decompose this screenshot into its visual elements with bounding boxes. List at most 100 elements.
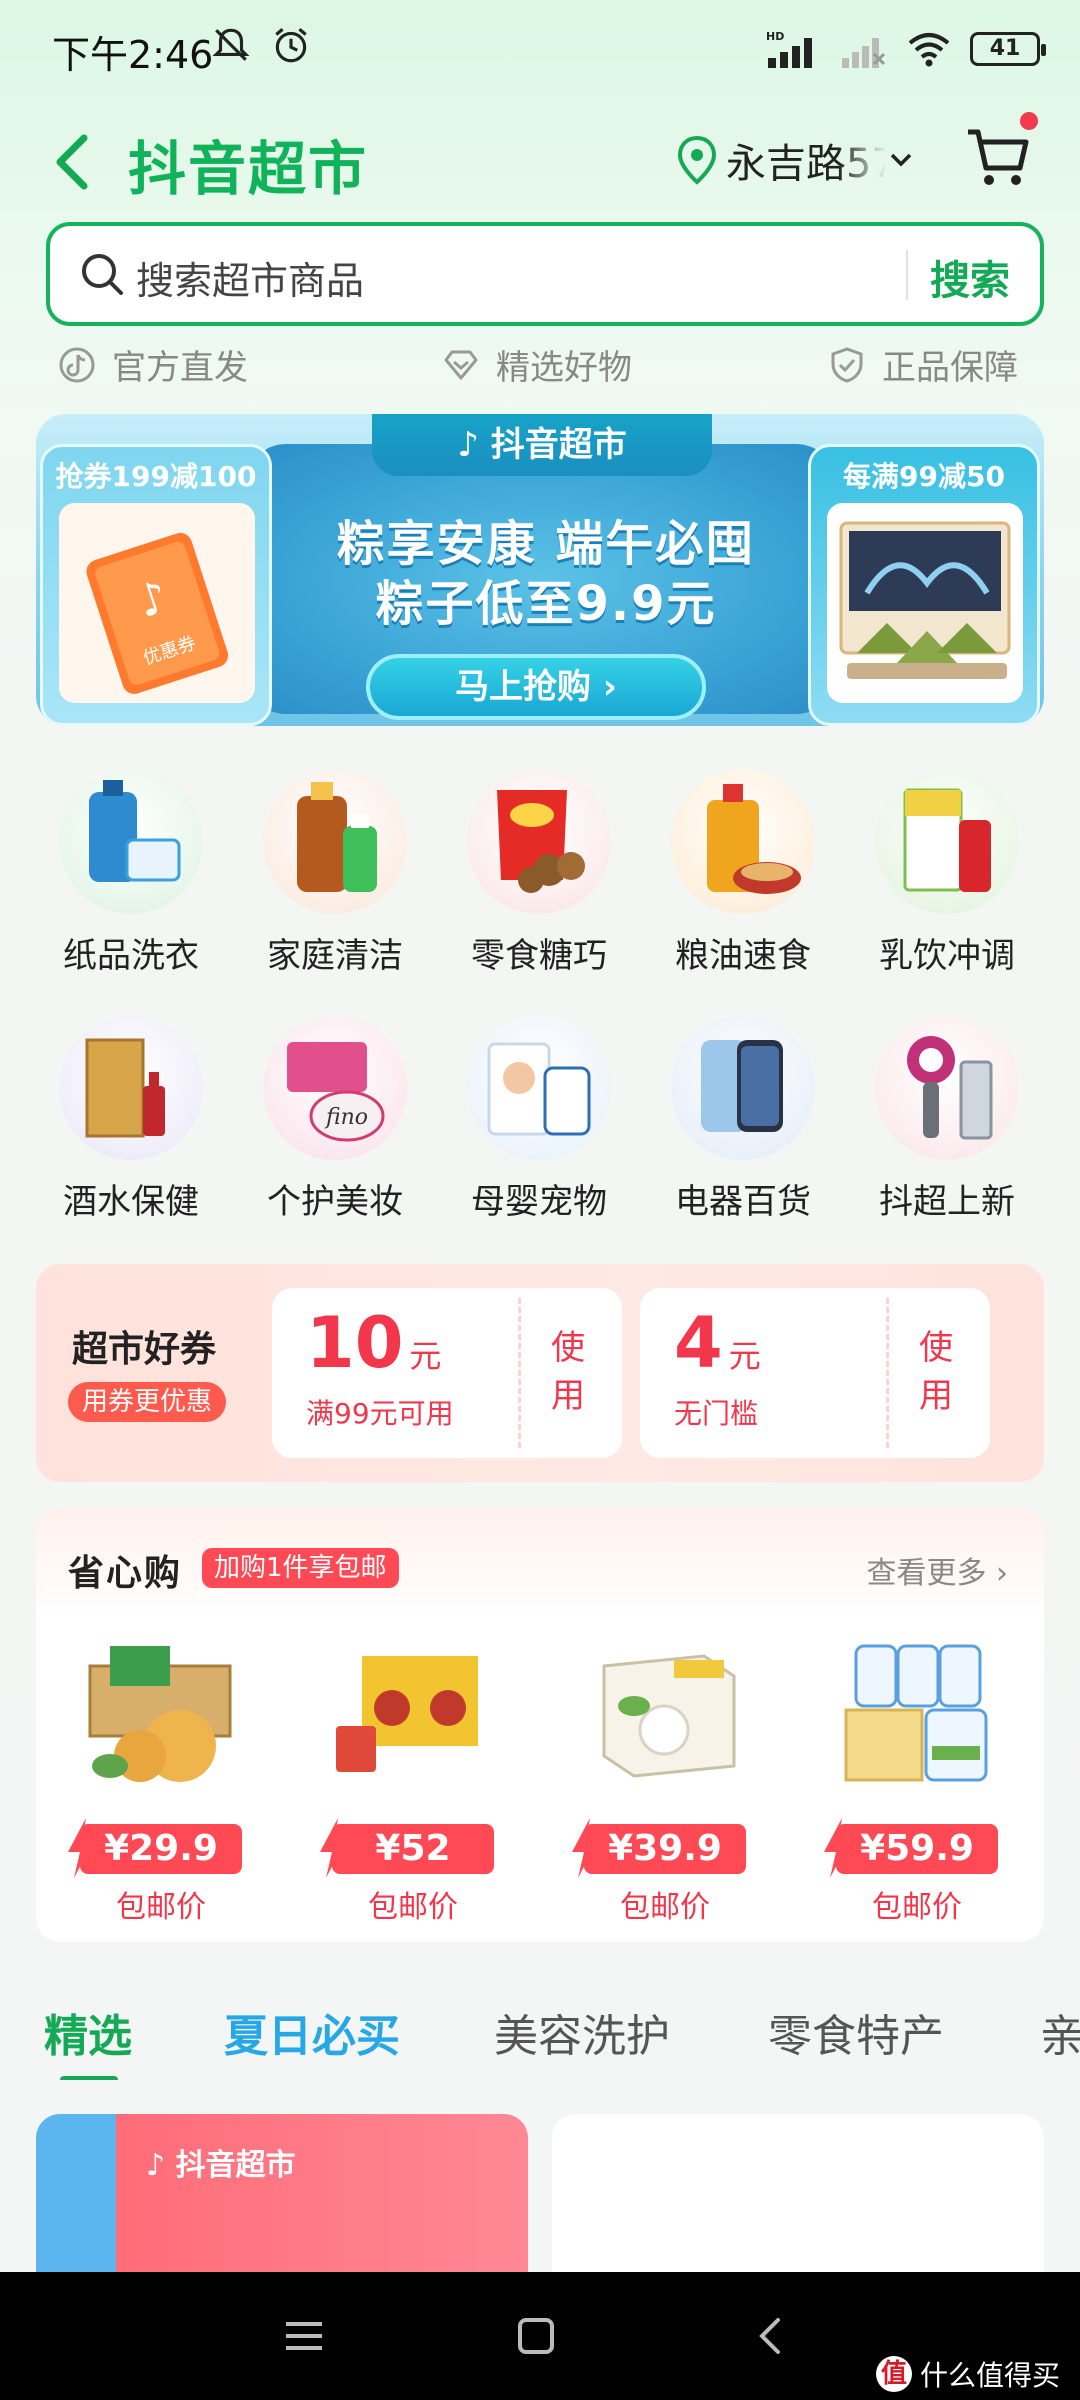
category-image	[59, 1016, 203, 1160]
category-snacks[interactable]: 零食糖巧	[464, 770, 614, 977]
category-electronics[interactable]: 电器百货	[668, 1016, 818, 1223]
product-card[interactable]: ¥52 包邮价	[312, 1626, 522, 1926]
category-dairy-drinks[interactable]: 乳饮冲调	[872, 770, 1022, 977]
product-card[interactable]: ¥59.9 包邮价	[816, 1626, 1026, 1926]
wifi-icon	[908, 33, 950, 67]
coupon-condition: 满99元可用	[306, 1397, 454, 1430]
service-badges: 官方直发 精选好物 正品保障	[0, 340, 1080, 396]
coupon-divider	[886, 1298, 889, 1448]
baby-formula-icon	[487, 1042, 591, 1136]
feed-card-brand-label: 抖音超市	[175, 2148, 296, 2183]
category-baby-pet[interactable]: 母婴宠物	[464, 1016, 614, 1223]
category-image	[467, 770, 611, 914]
coupon-ticket-icon: ♪ 优惠券	[59, 503, 255, 703]
search-button[interactable]: 搜索	[930, 248, 1010, 306]
tab-snack-specialty[interactable]: 零食特产	[768, 2000, 944, 2064]
watermark-logo: 值	[875, 2356, 912, 2392]
category-label: 纸品洗衣	[63, 936, 199, 976]
category-image	[263, 770, 407, 914]
category-image	[671, 1016, 815, 1160]
cosmetics-icon: fino	[287, 1042, 385, 1142]
coupon-section-title: 超市好券	[72, 1329, 217, 1370]
signal-hd-icon: HD	[766, 30, 812, 68]
category-label: 酒水保健	[63, 1182, 199, 1222]
product-card[interactable]: ¥39.9 包邮价	[564, 1626, 774, 1926]
badge-official: 官方直发	[58, 340, 248, 389]
view-more-link[interactable]: 查看更多 ›	[866, 1548, 1008, 1592]
tab-more[interactable]: 亲	[1040, 2000, 1080, 2064]
banner-subheadline: 粽子低至9.9元	[375, 576, 717, 632]
status-bar: 下午2:46 HD 41	[0, 0, 1080, 100]
search-bar[interactable]: 搜索超市商品 搜索	[46, 222, 1044, 326]
oil-bottle-icon	[707, 784, 801, 894]
coupon-condition: 无门槛	[674, 1397, 759, 1430]
back-icon[interactable]	[744, 2308, 800, 2364]
coupon-promo-label: 抢券199减100	[55, 460, 257, 493]
product-price-note: 包邮价	[368, 1890, 458, 1925]
active-tab-indicator	[60, 2076, 118, 2080]
feed-tabs: 精选 夏日必买 美容洗护 零食特产 亲	[0, 1990, 1080, 2080]
douyin-logo-icon	[59, 347, 95, 382]
free-shipping-tag: 加购1件享包邮	[202, 1548, 399, 1588]
promo-banner[interactable]: ♪ 抖音超市 粽享安康 端午必囤 粽子低至9.9元 马上抢购 › 抢券199减1…	[36, 414, 1044, 726]
app-header: 抖音超市 永吉路57	[0, 100, 1080, 220]
search-input[interactable]: 搜索超市商品	[136, 250, 364, 305]
coupon-promo-card[interactable]: 抢券199减100 ♪ 优惠券	[40, 444, 272, 726]
badge-genuine: 正品保障	[828, 340, 1018, 389]
coupon-use-button[interactable]: 使用	[916, 1324, 956, 1420]
liquor-box-icon	[85, 1038, 165, 1138]
category-image	[59, 770, 203, 914]
coupon-amount-unit: 元	[728, 1337, 761, 1375]
tab-beauty-care[interactable]: 美容洗护	[494, 2000, 670, 2064]
coupon-amount: 4元	[674, 1302, 761, 1384]
coupon-use-button[interactable]: 使用	[548, 1324, 588, 1420]
instant-noodles-image	[336, 1656, 478, 1772]
location-selector[interactable]: 永吉路57	[676, 128, 916, 192]
category-label: 乳饮冲调	[879, 936, 1015, 976]
douyin-logo-icon: ♪	[457, 425, 491, 465]
coupon-image: ♪ 优惠券	[59, 503, 255, 703]
category-label: 零食糖巧	[471, 936, 607, 976]
category-new-arrivals[interactable]: 抖超上新	[872, 1016, 1022, 1223]
cart-badge-dot	[1020, 112, 1038, 130]
tab-summer-must-buy[interactable]: 夏日必买	[224, 2000, 400, 2064]
badge-label: 正品保障	[882, 348, 1018, 388]
banner-brand-tab: ♪ 抖音超市	[372, 414, 712, 476]
home-icon[interactable]	[508, 2308, 564, 2364]
cart-button[interactable]	[964, 112, 1038, 192]
category-grain-oil[interactable]: 粮油速食	[668, 770, 818, 977]
svg-text:fino: fino	[324, 1105, 368, 1130]
coupon-amount-unit: 元	[409, 1337, 442, 1375]
feed-card[interactable]	[552, 2114, 1044, 2274]
category-label: 抖超上新	[879, 1182, 1015, 1222]
coupon-section-subtitle: 用券更优惠	[68, 1382, 227, 1422]
product-image	[70, 1626, 260, 1796]
diamond-icon	[444, 350, 478, 379]
category-label: 母婴宠物	[471, 1182, 607, 1222]
section-title: 省心购	[68, 1553, 183, 1594]
discount-promo-label: 每满99减50	[843, 460, 1005, 493]
category-label: 家庭清洁	[267, 936, 403, 976]
coupon-card[interactable]: 4元 无门槛 使用	[640, 1288, 990, 1458]
coupon-amount-value: 10	[306, 1302, 404, 1384]
feed-card[interactable]: ♪ 抖音超市	[36, 2114, 528, 2274]
category-home-cleaning[interactable]: 家庭清洁	[260, 770, 410, 977]
tab-featured[interactable]: 精选	[44, 2000, 132, 2064]
coupon-card[interactable]: 10 元 满99元可用 使用	[272, 1288, 622, 1458]
category-personal-care[interactable]: fino 个护美妆	[260, 1016, 410, 1223]
mute-icon	[212, 28, 250, 61]
menu-icon[interactable]	[276, 2308, 332, 2364]
product-price: ¥59.9	[836, 1824, 998, 1874]
coupon-divider	[518, 1298, 521, 1448]
discount-promo-card[interactable]: 每满99减50	[808, 444, 1040, 726]
banner-cta-button[interactable]: 马上抢购 ›	[366, 654, 706, 720]
category-image	[875, 1016, 1019, 1160]
category-paper-laundry[interactable]: 纸品洗衣	[56, 770, 206, 977]
page-title: 抖音超市	[128, 135, 369, 203]
shield-check-icon	[831, 346, 863, 383]
back-arrow-icon[interactable]	[44, 120, 104, 200]
product-card[interactable]: ¥29.9 包邮价	[60, 1626, 270, 1926]
category-liquor[interactable]: 酒水保健	[56, 1016, 206, 1223]
status-time: 下午2:46	[52, 33, 214, 77]
category-image	[671, 770, 815, 914]
